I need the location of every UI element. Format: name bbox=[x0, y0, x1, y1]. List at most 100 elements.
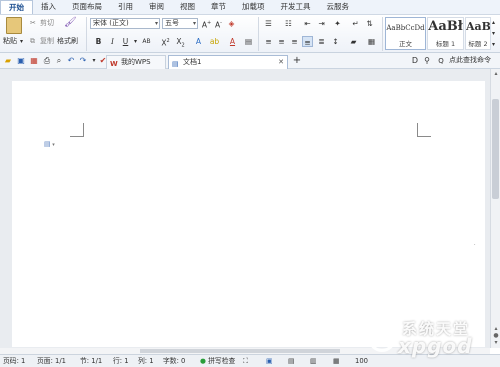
style-normal[interactable]: AaBbCcDd 正文 bbox=[385, 17, 426, 50]
menu-tab-addins[interactable]: 加载项 bbox=[234, 0, 273, 14]
ribbon: 粘贴 ▾ ✂ 剪切 ⧉ 复制 🖌 格式刷 宋体 (正文) ▾ 五号 ▾ A+ A- … bbox=[0, 15, 500, 53]
italic-icon[interactable]: I bbox=[107, 36, 118, 47]
chevron-down-icon: ▾ bbox=[192, 20, 196, 27]
save-icon[interactable]: ▣ bbox=[16, 56, 26, 66]
sort-icon[interactable]: ⇅ bbox=[364, 18, 375, 29]
status-col: 列: 1 bbox=[138, 357, 154, 365]
document-workspace: ▤ ▾ · bbox=[0, 69, 490, 348]
format-painter-button[interactable]: 格式刷 bbox=[57, 37, 78, 46]
status-section: 节: 1/1 bbox=[80, 357, 103, 365]
print-preview-icon[interactable]: ⌕ bbox=[54, 56, 64, 66]
cut-icon[interactable]: ✂ bbox=[30, 19, 36, 28]
menu-tab-insert[interactable]: 插入 bbox=[33, 0, 64, 14]
distribute-icon[interactable]: ≣ bbox=[316, 36, 327, 47]
menu-tab-home[interactable]: 开始 bbox=[0, 0, 33, 14]
status-row: 行: 1 bbox=[113, 357, 129, 365]
scroll-thumb[interactable] bbox=[140, 349, 340, 353]
site-watermark: 系统天堂 xpgod bbox=[368, 318, 498, 358]
paste-dropdown-icon[interactable]: ▾ bbox=[20, 37, 23, 46]
paste-icon[interactable] bbox=[6, 17, 22, 34]
command-search[interactable]: 点此查找命令 bbox=[449, 56, 491, 65]
paste-button[interactable]: 粘贴 bbox=[3, 37, 17, 46]
vertical-scrollbar[interactable]: ▴ ▴ ● ▾ bbox=[490, 69, 500, 348]
margin-marker: · bbox=[474, 242, 476, 248]
style-heading-2[interactable]: AaB 标题 2 bbox=[465, 17, 491, 50]
chevron-down-icon[interactable]: ▾ bbox=[130, 36, 141, 47]
font-size-value: 五号 bbox=[165, 19, 179, 27]
style-name: 正文 bbox=[399, 40, 412, 48]
divider bbox=[382, 17, 383, 51]
borders-icon[interactable]: ▦ bbox=[366, 36, 377, 47]
show-marks-icon[interactable]: ↵ bbox=[350, 18, 361, 29]
highlight-icon[interactable]: ab bbox=[209, 36, 220, 47]
subscript-icon[interactable]: X2 bbox=[175, 36, 186, 49]
superscript-icon[interactable]: X2 bbox=[160, 36, 171, 48]
style-name: 标题 1 bbox=[435, 40, 456, 48]
menu-tab-review[interactable]: 审阅 bbox=[141, 0, 172, 14]
format-painter-icon[interactable]: 🖌 bbox=[64, 18, 77, 28]
grow-font-icon[interactable]: A+ bbox=[201, 18, 212, 30]
link-icon[interactable]: ⚲ bbox=[422, 56, 432, 66]
chinese-layout-icon[interactable]: ✦ bbox=[332, 18, 343, 29]
outline-view-icon[interactable]: ▤ bbox=[288, 355, 294, 367]
page-view-icon[interactable]: ▣ bbox=[266, 355, 272, 367]
open-icon[interactable]: ▰ bbox=[3, 56, 13, 66]
clear-format-icon[interactable]: ◈ bbox=[226, 18, 237, 29]
numbered-list-icon[interactable]: ☷ bbox=[283, 18, 294, 29]
justify-icon[interactable]: ≡ bbox=[302, 36, 313, 47]
line-spacing-icon[interactable]: ↕ bbox=[330, 36, 341, 47]
cut-button[interactable]: 剪切 bbox=[40, 19, 54, 28]
align-right-icon[interactable]: ≡ bbox=[289, 36, 300, 47]
scroll-up-icon[interactable]: ▴ bbox=[491, 69, 500, 78]
new-tab-icon[interactable]: + bbox=[292, 56, 302, 66]
reading-view-icon[interactable]: ▦ bbox=[333, 355, 339, 367]
tab-document-1[interactable]: ▤ 文档1 ✕ bbox=[168, 55, 288, 69]
scroll-thumb[interactable] bbox=[492, 99, 499, 199]
redo-icon[interactable]: ↷ bbox=[78, 56, 88, 66]
styles-more-icon[interactable]: ▾ bbox=[492, 40, 495, 49]
menu-tab-cloud[interactable]: 云服务 bbox=[319, 0, 358, 14]
text-effect-icon[interactable]: A bbox=[193, 36, 204, 47]
print-icon[interactable]: ⎙ bbox=[42, 56, 52, 66]
bullet-list-icon[interactable]: ☰ bbox=[263, 18, 274, 29]
char-border-icon[interactable]: ▤ bbox=[243, 36, 254, 47]
align-left-icon[interactable]: ≡ bbox=[263, 36, 274, 47]
font-size-select[interactable]: 五号 ▾ bbox=[162, 18, 198, 29]
menu-tab-section[interactable]: 章节 bbox=[203, 0, 234, 14]
tab-my-wps[interactable]: W 我的WPS bbox=[106, 55, 166, 69]
menu-tab-references[interactable]: 引用 bbox=[110, 0, 141, 14]
fullscreen-view-icon[interactable]: ⛶ bbox=[243, 355, 248, 367]
zoom-level[interactable]: 100 bbox=[355, 355, 368, 367]
strikethrough-icon[interactable]: AB bbox=[141, 36, 152, 47]
font-color-icon[interactable]: A bbox=[227, 36, 238, 47]
status-pages: 页面: 1/1 bbox=[37, 357, 66, 365]
sync-icon[interactable]: D bbox=[410, 56, 420, 66]
spellcheck-status-icon: ● bbox=[200, 357, 206, 365]
tab-label: 我的WPS bbox=[121, 58, 151, 66]
spellcheck-button[interactable]: ● 拼写检查 bbox=[200, 355, 235, 367]
web-view-icon[interactable]: ▥ bbox=[310, 355, 316, 367]
shading-icon[interactable]: ▰ bbox=[348, 36, 359, 47]
style-sample: AaBł bbox=[428, 19, 463, 34]
divider bbox=[86, 17, 87, 51]
document-page[interactable]: ▤ ▾ · bbox=[12, 81, 485, 347]
paragraph-mark-icon: ▤ ▾ bbox=[44, 140, 55, 148]
search-icon[interactable]: Q bbox=[436, 56, 446, 66]
undo-icon[interactable]: ↶ bbox=[66, 56, 76, 66]
menu-tab-view[interactable]: 视图 bbox=[172, 0, 203, 14]
bold-icon[interactable]: B bbox=[93, 36, 104, 47]
font-name-select[interactable]: 宋体 (正文) ▾ bbox=[90, 18, 160, 29]
align-center-icon[interactable]: ≡ bbox=[276, 36, 287, 47]
styles-scroll-up-icon[interactable]: ▴ bbox=[492, 18, 495, 27]
menu-tab-developer[interactable]: 开发工具 bbox=[273, 0, 319, 14]
increase-indent-icon[interactable]: ⇥ bbox=[316, 18, 327, 29]
copy-icon[interactable]: ⧉ bbox=[30, 37, 35, 46]
shrink-font-icon[interactable]: A- bbox=[213, 18, 224, 30]
styles-scroll-down-icon[interactable]: ▾ bbox=[492, 29, 495, 38]
close-icon[interactable]: ✕ bbox=[278, 56, 284, 68]
style-heading-1[interactable]: AaBł 标题 1 bbox=[427, 17, 464, 50]
decrease-indent-icon[interactable]: ⇤ bbox=[302, 18, 313, 29]
menu-tab-page-layout[interactable]: 页面布局 bbox=[64, 0, 110, 14]
copy-button[interactable]: 复制 bbox=[40, 37, 54, 46]
export-pdf-icon[interactable]: ▦ bbox=[29, 56, 39, 66]
